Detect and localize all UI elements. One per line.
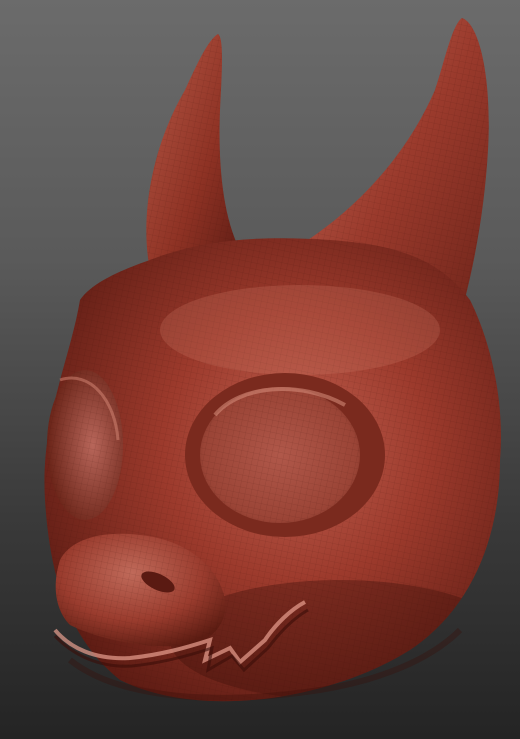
3d-viewport[interactable]: [0, 0, 520, 739]
sculpt-render: [44, 18, 501, 702]
